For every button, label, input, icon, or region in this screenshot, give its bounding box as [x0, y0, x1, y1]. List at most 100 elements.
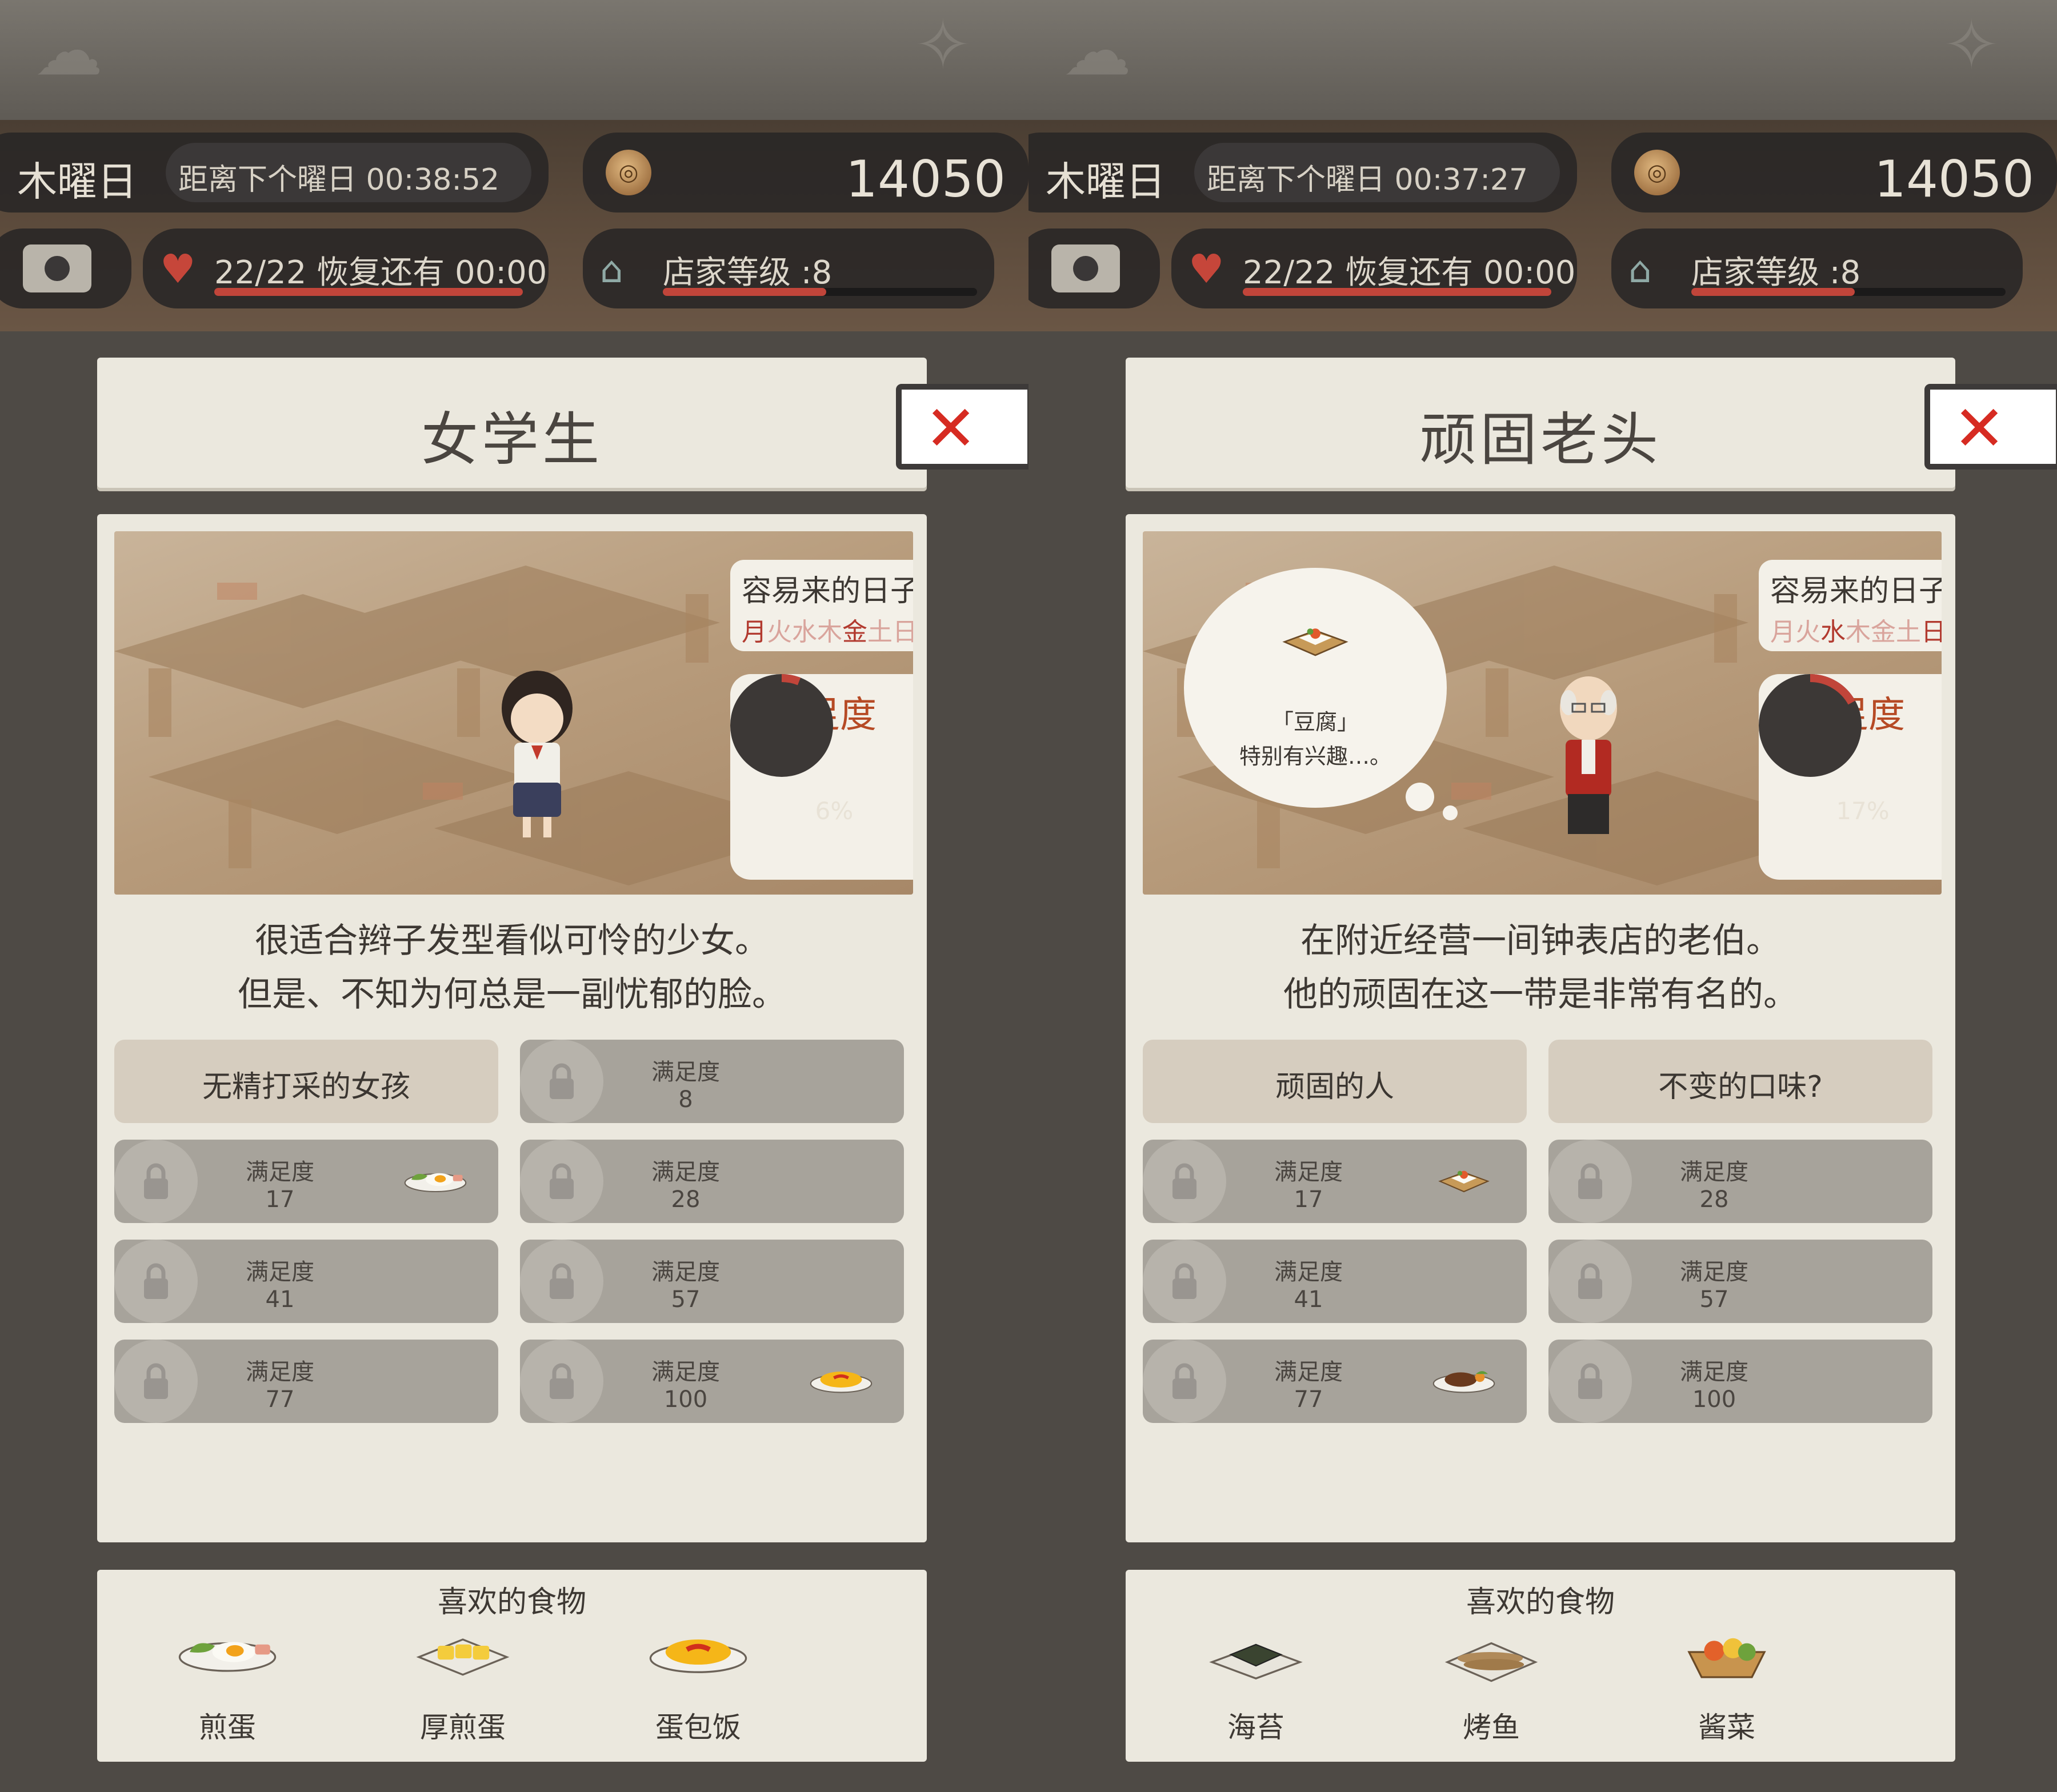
fried-egg-icon: [170, 1627, 285, 1690]
trait-locked: 满足度 28: [520, 1140, 904, 1223]
description-line-1: 很适合辫子发型看似可怜的少女。: [255, 921, 769, 961]
visit-days-row: 月火水木金土日: [1770, 611, 1942, 648]
nori-icon: [1199, 1627, 1313, 1690]
requirement-value: 100: [1692, 1386, 1736, 1413]
sparkle-doodle-icon: ✧: [1943, 6, 2000, 85]
restaurant-scene: 容易来的日子 月火水木金土日 满足度 17% 「豆腐」特别有兴趣…。: [1143, 531, 1942, 895]
tamagoyaki-icon: [406, 1627, 520, 1690]
trait-locked: 满足度 77: [114, 1340, 498, 1423]
trait-locked: 满足度 41: [1143, 1240, 1527, 1323]
visit-day-5: 土: [1896, 618, 1921, 647]
customer-detail-card: 容易来的日子 月火水木金土日 满足度 6% 很适合辫子发型看似可怜的少女。 但是…: [97, 514, 927, 1542]
camera-button[interactable]: [0, 228, 131, 308]
camera-icon: [23, 244, 91, 292]
requirement-value: 57: [1699, 1286, 1729, 1313]
shop-house-icon: ⌂: [1628, 249, 1652, 291]
visit-day-0: 月: [1770, 618, 1795, 647]
grilled-fish-icon: [1434, 1627, 1548, 1690]
cloud-doodle-icon: ☁: [34, 11, 103, 91]
shop-level: ⌂ 店家等级 :8: [583, 228, 994, 308]
favorite-food-name: 蛋包饭: [655, 1711, 741, 1744]
shop-level-bar: [663, 288, 977, 296]
favorite-food-item[interactable]: 酱菜: [1641, 1627, 1812, 1753]
customer-detail-card: 容易来的日子 月火水木金土日 满足度 17% 「豆腐」特别有兴趣…。 在附近经营…: [1126, 514, 1955, 1542]
shop-level-bar: [1691, 288, 2006, 296]
satisfaction-gauge-fill: [781, 674, 801, 685]
trait-locked: 满足度 100: [1548, 1340, 1932, 1423]
close-icon: ✕: [925, 392, 978, 465]
trait-locked: 满足度 57: [520, 1240, 904, 1323]
coin-icon: ◎: [1634, 150, 1680, 195]
satisfaction-box: 满足度 6%: [730, 674, 913, 880]
day-indicator: 木曜日 距离下个曜日 00:38:52: [0, 133, 549, 213]
top-background: ☁ ✧: [0, 0, 1028, 120]
satisfaction-box: 满足度 17%: [1759, 674, 1942, 880]
tofu-icon: [1270, 619, 1361, 671]
coin-value: 14050: [1874, 150, 2034, 209]
camera-icon: [1051, 244, 1120, 292]
cloud-doodle-icon: ☁: [1063, 11, 1131, 91]
close-button[interactable]: ✕: [896, 384, 1028, 470]
favorite-foods-card: 喜欢的食物 煎蛋 厚煎蛋 蛋包饭: [97, 1570, 927, 1762]
visit-day-4: 金: [842, 618, 867, 647]
trait-unlocked[interactable]: 顽固的人: [1143, 1040, 1527, 1123]
customer-title-card: 女学生: [97, 358, 927, 488]
thought-line-1: 「豆腐」: [1271, 709, 1359, 735]
favorite-foods-title: 喜欢的食物: [437, 1585, 586, 1619]
visit-day-4: 金: [1871, 618, 1896, 647]
favorite-food-name: 海苔: [1227, 1711, 1284, 1744]
description-line-2: 他的顽固在这一带是非常有名的。: [1283, 975, 1798, 1015]
trait-unlocked[interactable]: 不变的口味?: [1548, 1040, 1932, 1123]
fried-egg-icon: [390, 1164, 481, 1204]
energy-counter: ♥ 22/22 恢复还有 00:00: [143, 228, 549, 308]
description-line-1: 在附近经营一间钟表店的老伯。: [1300, 921, 1780, 961]
energy-bar: [1243, 288, 1551, 296]
favorite-food-item[interactable]: 蛋包饭: [613, 1627, 784, 1753]
camera-button[interactable]: [1028, 228, 1160, 308]
next-day-timer: 距离下个曜日 00:38:52: [166, 143, 531, 202]
visit-day-2: 水: [1820, 618, 1846, 647]
coin-counter: ◎ 14050: [1611, 133, 2057, 213]
shop-level-text: 店家等级 :8: [663, 254, 833, 291]
shop-house-icon: ⌂: [600, 249, 623, 291]
visit-day-3: 木: [817, 618, 842, 647]
favorite-food-item[interactable]: 海苔: [1170, 1627, 1342, 1753]
coin-counter: ◎ 14050: [583, 133, 1028, 213]
tofu-icon: [1418, 1164, 1510, 1204]
coin-icon: ◎: [606, 150, 651, 195]
close-button[interactable]: ✕: [1924, 384, 2057, 470]
favorite-food-item[interactable]: 煎蛋: [142, 1627, 313, 1753]
trait-locked: 满足度 100: [520, 1340, 904, 1423]
visit-days-row: 月火水木金土日: [742, 611, 913, 648]
customer-description: 很适合辫子发型看似可怜的少女。 但是、不知为何总是一副忧郁的脸。: [97, 914, 927, 1021]
visit-day-3: 木: [1846, 618, 1871, 647]
shop-level: ⌂ 店家等级 :8: [1611, 228, 2023, 308]
requirement-label: 满足度: [1680, 1259, 1748, 1285]
thought-bubble-dot: [1443, 805, 1458, 820]
requirement-value: 8: [678, 1087, 693, 1113]
customer-name: 女学生: [421, 406, 603, 473]
requirement-label: 满足度: [246, 1259, 314, 1285]
thought-bubble-dot: [1406, 783, 1434, 811]
energy-bar: [214, 288, 523, 296]
requirement-label: 满足度: [651, 1159, 720, 1185]
favorite-food-item[interactable]: 厚煎蛋: [377, 1627, 549, 1753]
requirement-value: 57: [671, 1286, 701, 1313]
day-indicator: 木曜日 距离下个曜日 00:37:27: [1028, 133, 1577, 213]
thought-line-2: 特别有兴趣…。: [1239, 744, 1391, 769]
favorite-food-item[interactable]: 烤鱼: [1406, 1627, 1577, 1753]
trait-locked: 满足度 57: [1548, 1240, 1932, 1323]
requirement-value: 28: [1699, 1186, 1729, 1213]
requirement-label: 满足度: [1680, 1159, 1748, 1185]
requirement-label: 满足度: [651, 1259, 720, 1285]
requirement-label: 满足度: [651, 1059, 720, 1085]
favorite-food-name: 煎蛋: [199, 1711, 256, 1744]
energy-text: 22/22 恢复还有 00:00: [214, 254, 547, 291]
omurice-icon: [795, 1364, 887, 1404]
heart-icon: ♥: [160, 246, 196, 292]
visit-day-5: 土: [867, 618, 893, 647]
coin-value: 14050: [846, 150, 1006, 209]
timer-text: 距离下个曜日 00:37:27: [1207, 163, 1528, 197]
trait-locked: 满足度 77: [1143, 1340, 1527, 1423]
trait-unlocked[interactable]: 无精打采的女孩: [114, 1040, 498, 1123]
